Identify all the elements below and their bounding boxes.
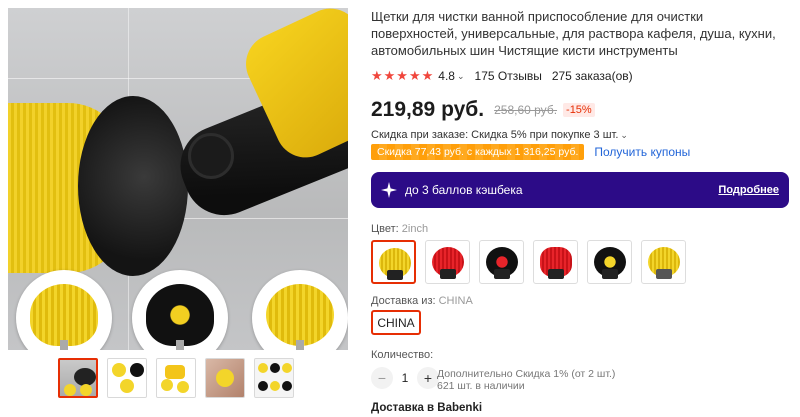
quantity-minus-button[interactable]: − xyxy=(371,367,393,389)
mini-brush-yellow xyxy=(16,270,112,350)
coupon-row: Скидка 77,43 руб. с каждых 1 316,25 руб.… xyxy=(371,144,690,160)
ship-from-china-button[interactable]: CHINA xyxy=(371,310,421,335)
current-price: 219,89 руб. xyxy=(371,98,485,121)
thumbnail-strip xyxy=(58,358,294,402)
color-swatch-6[interactable] xyxy=(641,240,686,284)
color-swatch-4[interactable] xyxy=(533,240,578,284)
thumbnail-1[interactable] xyxy=(58,358,98,398)
main-product-image[interactable] xyxy=(8,8,348,350)
bulk-discount-note: Дополнительно Скидка 1% (от 2 шт.) xyxy=(437,368,616,380)
rating-stars: ★★★★★ xyxy=(371,68,435,83)
drill-chuck xyxy=(188,133,234,179)
quantity-note: Дополнительно Скидка 1% (от 2 шт.) 621 ш… xyxy=(437,368,615,392)
chevron-down-icon: ⌄ xyxy=(620,130,628,140)
cashback-banner[interactable]: до 3 баллов кэшбека Подробнее xyxy=(371,172,789,208)
price-row: 219,89 руб. 258,60 руб. -15% xyxy=(371,98,595,122)
brush-backing-pad xyxy=(78,96,188,276)
orders-count: 275 заказа(ов) xyxy=(551,69,633,83)
stock-note: 621 шт. в наличии xyxy=(437,380,525,392)
shipping-label: Доставка из: CHINA xyxy=(371,295,473,307)
color-label: Цвет: 2inch xyxy=(371,223,428,235)
color-swatch-3[interactable] xyxy=(479,240,524,284)
cashback-text: до 3 баллов кэшбека xyxy=(405,183,523,197)
color-swatch-5[interactable] xyxy=(587,240,632,284)
product-info-panel: Щетки для чистки ванной приспособление д… xyxy=(371,8,791,414)
thumbnail-2[interactable] xyxy=(107,358,147,398)
quantity-stepper: − 1 + xyxy=(371,367,439,389)
quantity-plus-button[interactable]: + xyxy=(417,367,439,389)
order-discount[interactable]: Скидка при заказе: Скидка 5% при покупке… xyxy=(371,129,628,141)
thumbnail-3[interactable] xyxy=(156,358,196,398)
old-price: 258,60 руб. xyxy=(494,103,558,117)
rating-value[interactable]: 4.8 xyxy=(438,69,455,83)
shipping-selected-value: CHINA xyxy=(438,295,473,307)
thumbnail-4[interactable] xyxy=(205,358,245,398)
sparkle-icon xyxy=(381,182,397,198)
chevron-down-icon[interactable]: ⌄ xyxy=(457,71,465,82)
color-swatches xyxy=(371,240,686,284)
thumbnail-5[interactable] xyxy=(254,358,294,398)
quantity-label: Количество: xyxy=(371,349,434,361)
delivery-heading: Доставка в Babenki xyxy=(371,402,483,414)
rating-row: ★★★★★ 4.8 ⌄ 175 Отзывы 275 заказа(ов) xyxy=(371,68,633,84)
color-swatch-1[interactable] xyxy=(371,240,416,284)
coupon-tag: Скидка 77,43 руб. с каждых 1 316,25 руб. xyxy=(371,144,585,160)
discount-badge: -15% xyxy=(563,103,595,117)
color-swatch-2[interactable] xyxy=(425,240,470,284)
get-coupons-link[interactable]: Получить купоны xyxy=(594,145,690,159)
reviews-count[interactable]: 175 Отзывы xyxy=(475,69,542,83)
order-discount-text: Скидка при заказе: Скидка 5% при покупке… xyxy=(371,129,619,141)
shipping-label-text: Доставка из: xyxy=(371,295,439,307)
product-title: Щетки для чистки ванной приспособление д… xyxy=(371,9,776,58)
mini-brush-black xyxy=(132,270,228,350)
cashback-more-link[interactable]: Подробнее xyxy=(718,184,779,196)
color-selected-value: 2inch xyxy=(401,223,429,235)
quantity-value[interactable]: 1 xyxy=(393,371,417,385)
mini-brush-yellow-round xyxy=(252,270,348,350)
color-label-text: Цвет: xyxy=(371,223,402,235)
